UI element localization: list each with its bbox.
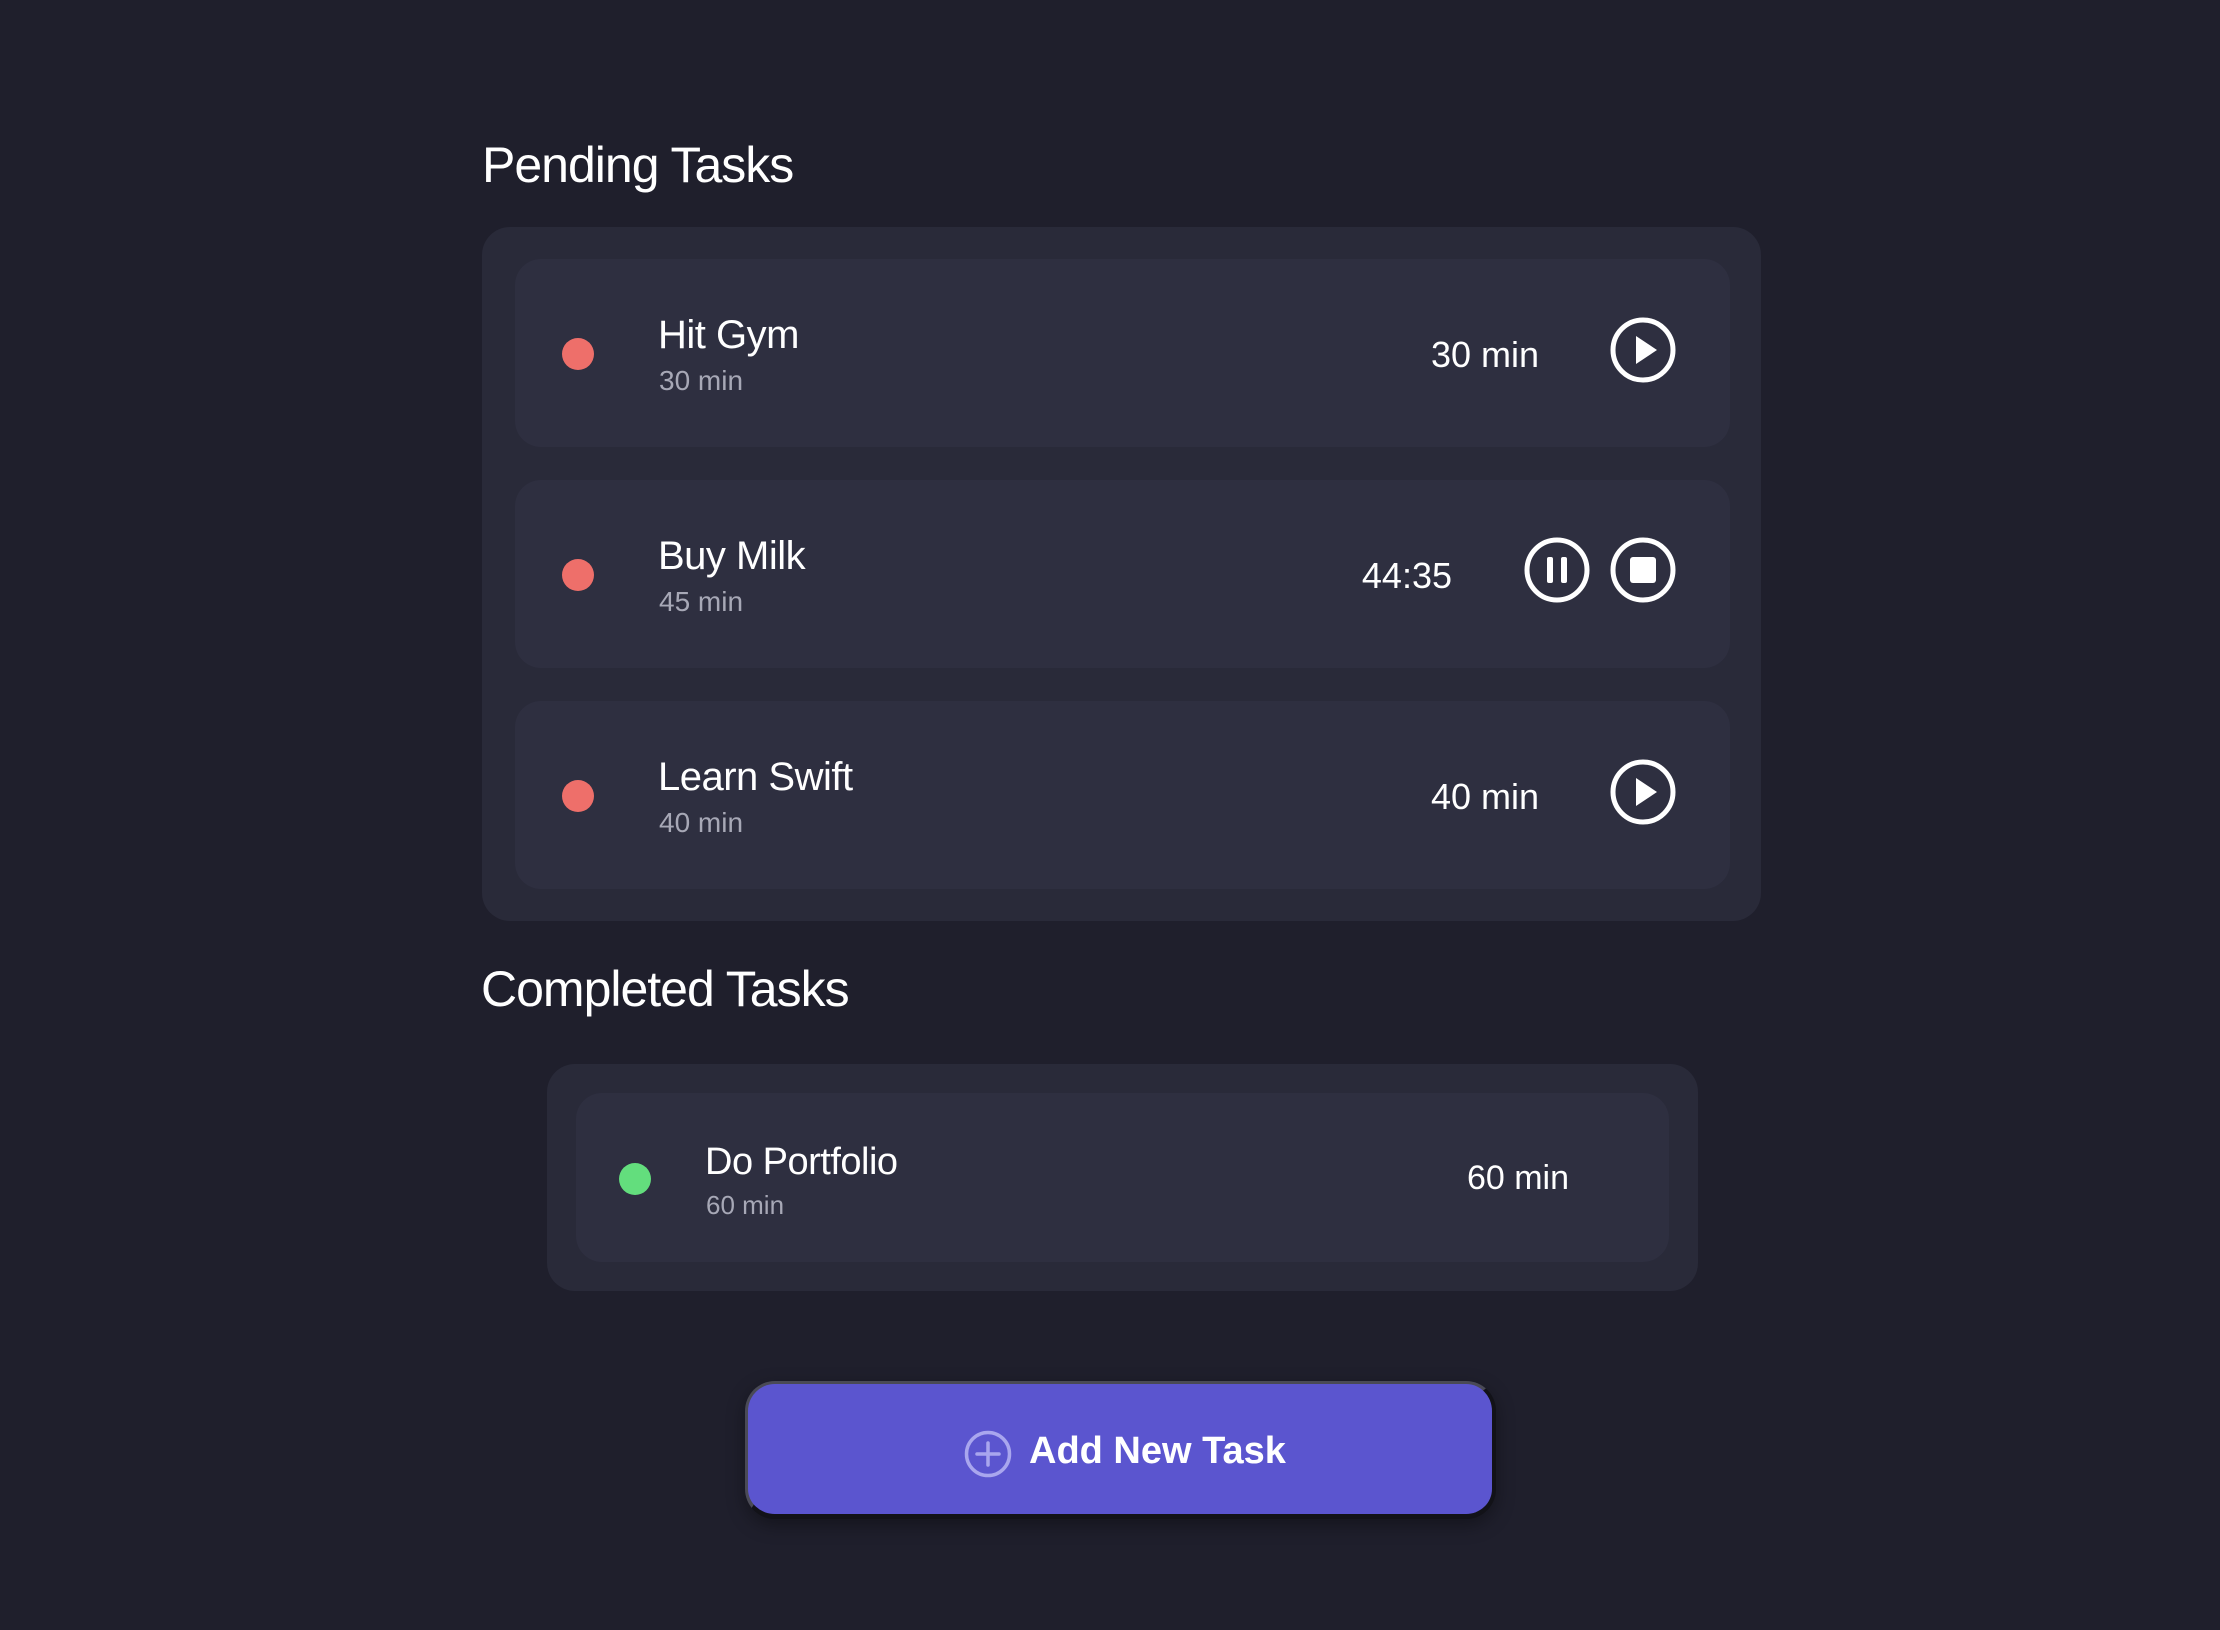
task-name: Do Portfolio [705, 1141, 898, 1183]
task-card[interactable]: Do Portfolio 60 min 60 min [576, 1093, 1669, 1262]
play-button[interactable] [1609, 316, 1677, 384]
task-card[interactable]: Buy Milk 45 min 44:35 [515, 480, 1730, 668]
task-card[interactable]: Hit Gym 30 min 30 min [515, 259, 1730, 447]
add-new-task-button[interactable]: Add New Task [745, 1381, 1496, 1519]
add-new-task-label: Add New Task [1029, 1430, 1286, 1472]
plus-circle-icon [963, 1429, 1013, 1479]
task-duration: 40 min [659, 807, 744, 838]
task-time: 40 min [1430, 776, 1539, 817]
stop-icon [1610, 537, 1676, 603]
stop-button[interactable] [1609, 536, 1677, 604]
pending-status-dot [562, 338, 594, 370]
pause-icon [1524, 537, 1590, 603]
task-name: Buy Milk [658, 534, 806, 578]
play-icon [1610, 759, 1676, 825]
completed-status-dot [619, 1163, 651, 1195]
completed-tasks-panel: Do Portfolio 60 min 60 min [547, 1064, 1698, 1291]
pending-status-dot [562, 559, 594, 591]
task-card[interactable]: Learn Swift 40 min 40 min [515, 701, 1730, 889]
pending-status-dot [562, 780, 594, 812]
task-name: Learn Swift [658, 755, 853, 799]
task-duration: 45 min [659, 586, 744, 617]
task-time: 30 min [1430, 334, 1539, 375]
pending-tasks-panel: Hit Gym 30 min 30 min Buy Milk 45 min 44… [482, 227, 1761, 921]
task-duration: 60 min [706, 1190, 785, 1220]
task-duration: 30 min [659, 365, 744, 396]
pending-tasks-heading: Pending Tasks [482, 137, 794, 193]
play-button[interactable] [1609, 758, 1677, 826]
task-name: Hit Gym [658, 313, 799, 357]
completed-tasks-heading: Completed Tasks [481, 961, 850, 1017]
task-time: 60 min [1466, 1159, 1569, 1197]
pause-button[interactable] [1523, 536, 1591, 604]
task-timer-countdown: 44:35 [1361, 555, 1452, 596]
play-icon [1610, 317, 1676, 383]
task-timer-screen: Pending Tasks Hit Gym 30 min 30 min Buy … [0, 0, 2220, 1630]
